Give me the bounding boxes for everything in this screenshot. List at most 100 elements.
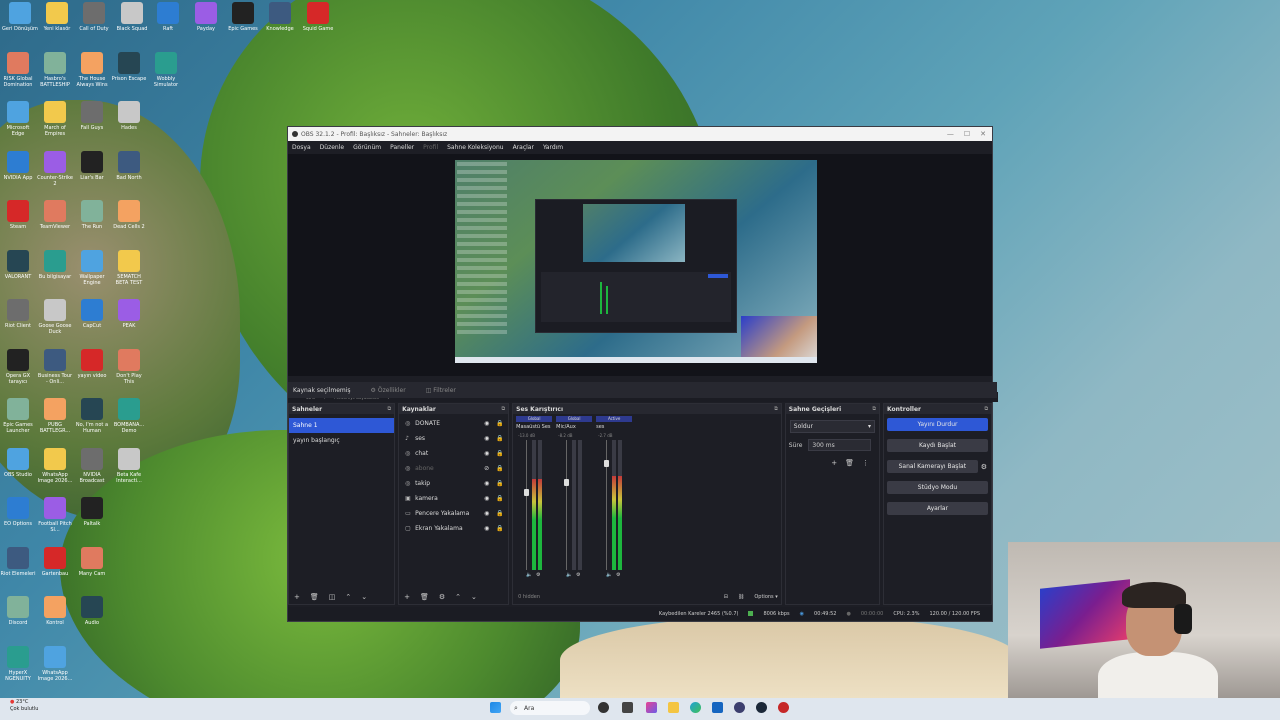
source-item[interactable]: ◎ DONATE ◉ 🔒	[399, 416, 508, 431]
desktop-icon[interactable]: Microsoft Edge	[0, 101, 36, 137]
volume-fader-knob[interactable]	[604, 460, 610, 467]
eye-icon[interactable]: ◉	[484, 495, 496, 502]
start-icon[interactable]	[490, 702, 501, 713]
desktop-icon[interactable]: Wobbly Simulator	[148, 51, 184, 88]
volume-fader-knob[interactable]	[564, 479, 570, 486]
desktop-icon[interactable]: Liar's Bar	[74, 150, 110, 181]
dock-float-icon[interactable]: ⧉	[872, 406, 876, 412]
desktop-icon[interactable]: TeamViewer	[37, 200, 73, 230]
desktop-icon[interactable]: Kontrol	[37, 596, 73, 626]
speaker-icon[interactable]: 🔈	[606, 572, 612, 578]
desktop-icon[interactable]: Riot Elemeleri	[0, 546, 36, 577]
arrow-down-icon[interactable]: ⌄	[361, 593, 367, 601]
arrow-up-icon[interactable]: ⌃	[345, 593, 351, 601]
desktop-icon[interactable]: 5EMATCH BETA TEST	[111, 249, 147, 286]
lock-icon[interactable]: 🔒	[496, 435, 508, 442]
filter-icon[interactable]: ◫	[329, 593, 336, 601]
menu-item[interactable]: Sahne Koleksiyonu	[447, 144, 503, 151]
desktop-icon[interactable]: Knowledge	[262, 2, 298, 32]
source-item[interactable]: ▣ kamera ◉ 🔒	[399, 491, 508, 506]
copilot-app-icon[interactable]	[646, 702, 657, 713]
lock-icon[interactable]: 🔒	[496, 480, 508, 487]
desktop-icon[interactable]: Prison Escape	[111, 51, 147, 82]
arrow-down-icon[interactable]: ⌄	[471, 593, 477, 601]
eye-icon[interactable]: ◉	[484, 420, 496, 427]
eye-icon[interactable]: ◉	[484, 450, 496, 457]
menu-item[interactable]: Yardım	[543, 144, 563, 151]
desktop-icon[interactable]: Business Tour - Onli...	[37, 348, 73, 385]
control-button[interactable]: Sanal Kamerayı Başlat	[886, 460, 978, 473]
desktop-icon[interactable]: Many Cam	[74, 546, 110, 577]
desktop-icon[interactable]: Epic Games	[225, 2, 261, 32]
gear-icon[interactable]: ⚙	[439, 593, 445, 601]
dock-float-icon[interactable]: ⧉	[774, 406, 778, 412]
source-item[interactable]: ◎ chat ◉ 🔒	[399, 446, 508, 461]
desktop-icon[interactable]: No, I'm not a Human	[74, 398, 110, 434]
menu-item[interactable]: Görünüm	[353, 144, 381, 151]
store-icon[interactable]	[712, 702, 723, 713]
menu-item[interactable]: Paneller	[390, 144, 414, 151]
close-button[interactable]: ✕	[980, 130, 986, 138]
channel-name[interactable]: Masaüstü Ses	[516, 424, 554, 430]
edge-icon[interactable]	[690, 702, 701, 713]
menu-item[interactable]: Profil	[423, 144, 438, 151]
dock-float-icon[interactable]: ⧉	[388, 406, 392, 412]
desktop-icon[interactable]: Yeni klasör	[39, 2, 75, 32]
desktop-icon[interactable]: HyperX NGENUITY	[0, 645, 36, 682]
link-icon[interactable]: ⛓	[738, 594, 744, 600]
stream-preview[interactable]	[455, 160, 817, 363]
desktop-icon[interactable]: March of Empires	[37, 101, 73, 137]
desktop-icon[interactable]: Don't Play This	[111, 348, 147, 385]
volume-fader-track[interactable]	[526, 440, 528, 570]
duration-field[interactable]: 300 ms	[808, 439, 872, 451]
menu-item[interactable]: Düzenle	[320, 144, 344, 151]
source-item[interactable]: ♪ ses ◉ 🔒	[399, 431, 508, 446]
trash-icon[interactable]: 🗑	[310, 593, 319, 601]
arrow-up-icon[interactable]: ⌃	[455, 593, 461, 601]
desktop-icon[interactable]: EO Options	[0, 497, 36, 527]
menu-item[interactable]: Araçlar	[513, 144, 534, 151]
eye-icon[interactable]: ◉	[484, 480, 496, 487]
gear-icon[interactable]: ⚙	[576, 572, 580, 578]
desktop-icon[interactable]: Epic Games Launcher	[0, 398, 36, 434]
desktop-icon[interactable]: Bu bilgisayar	[37, 249, 73, 280]
menu-item[interactable]: Dosya	[292, 144, 311, 151]
desktop-icon[interactable]: The House Always Wins	[74, 51, 110, 88]
desktop-icon[interactable]: PEAK	[111, 299, 147, 329]
eye-icon[interactable]: ◉	[484, 510, 496, 517]
lock-icon[interactable]: 🔒	[496, 465, 508, 472]
volume-fader-track[interactable]	[566, 440, 568, 570]
channel-name[interactable]: ses	[596, 424, 634, 430]
desktop-icon[interactable]: Opera GX tarayıcı	[0, 348, 36, 385]
source-item[interactable]: ◎ abone ⊘ 🔒	[399, 461, 508, 476]
control-button[interactable]: Ayarlar	[886, 502, 989, 515]
control-button[interactable]: Stüdyo Modu	[886, 481, 989, 494]
desktop-icon[interactable]: Fall Guys	[74, 101, 110, 131]
weather-widget[interactable]: ● 23°C Çok bulutlu	[10, 699, 38, 713]
preview-area[interactable]: — 38% + Pencereye Boyutlandır ▾	[288, 154, 998, 402]
desktop-icon[interactable]: WhatsApp Image 2026...	[37, 447, 73, 484]
transition-select[interactable]: Soldur ▾	[789, 420, 875, 433]
volume-fader-knob[interactable]	[524, 489, 530, 496]
desktop-icon[interactable]: Bad North	[111, 150, 147, 181]
steam-taskbar-icon[interactable]	[756, 702, 767, 713]
desktop-icon[interactable]: WhatsApp Image 2026...	[37, 645, 73, 682]
desktop-icon[interactable]: Paltalk	[74, 497, 110, 527]
desktop-icon[interactable]: Steam	[0, 200, 36, 230]
layout-icon[interactable]: ⊟	[724, 594, 728, 600]
desktop-icon[interactable]: Hades	[111, 101, 147, 131]
desktop-icon[interactable]: NVIDIA Broadcast	[74, 447, 110, 484]
channel-name[interactable]: Mic/Aux	[556, 424, 594, 430]
desktop-icon[interactable]: Gartenbau	[37, 546, 73, 577]
desktop-icon[interactable]: BOMBANA... Demo	[111, 398, 147, 434]
trash-icon[interactable]: 🗑	[420, 593, 429, 601]
desktop-icon[interactable]: Riot Client	[0, 299, 36, 329]
control-button[interactable]: Yayını Durdur	[886, 418, 989, 431]
filters-button[interactable]: ◫ Filtreler	[426, 387, 456, 394]
lock-icon[interactable]: 🔒	[496, 510, 508, 517]
virtual-camera-settings-icon[interactable]: ⚙	[981, 463, 987, 471]
eye-icon[interactable]: ◉	[484, 435, 496, 442]
eye-off-icon[interactable]: ⊘	[484, 465, 496, 472]
desktop-icon[interactable]: Hasbro's BATTLESHIP	[37, 51, 73, 88]
obs-taskbar-icon[interactable]	[734, 702, 745, 713]
